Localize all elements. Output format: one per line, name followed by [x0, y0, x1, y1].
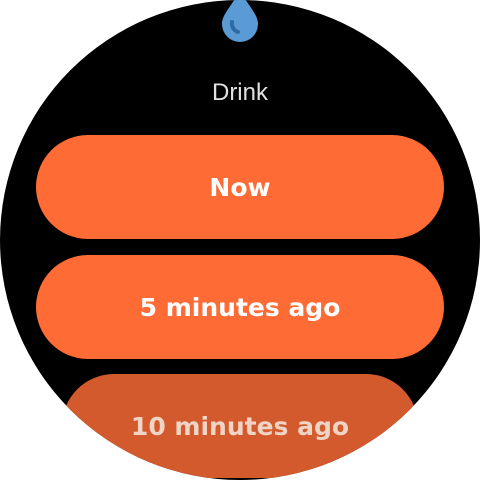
ten-minutes-ago-button-label: 10 minutes ago: [130, 411, 350, 441]
watch-screen: Drink Now 5 minutes ago 10 minutes ago: [0, 0, 480, 480]
screen-title: Drink: [211, 79, 268, 106]
water-drop-icon: [220, 0, 260, 44]
five-minutes-ago-button-label: 5 minutes ago: [139, 292, 341, 322]
five-minutes-ago-button[interactable]: 5 minutes ago: [36, 255, 444, 359]
ten-minutes-ago-button[interactable]: 10 minutes ago: [62, 374, 418, 478]
now-button-label: Now: [209, 172, 271, 202]
now-button[interactable]: Now: [36, 135, 444, 239]
